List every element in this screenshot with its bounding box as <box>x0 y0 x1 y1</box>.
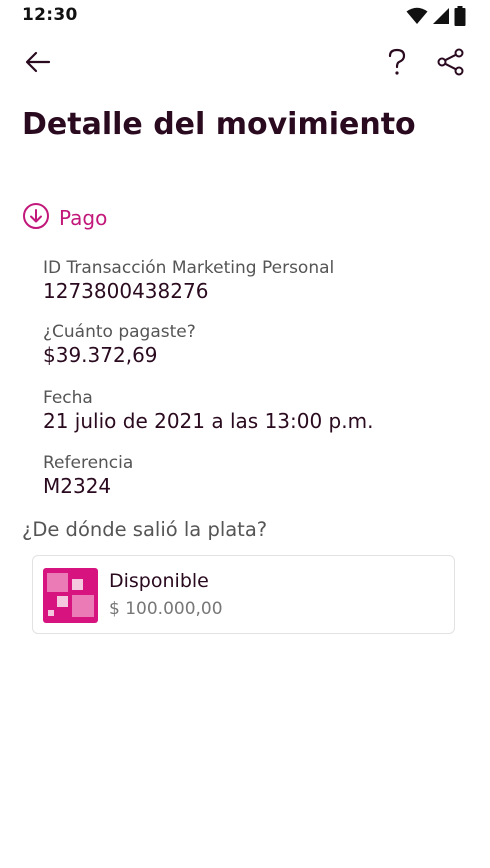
help-button[interactable] <box>377 44 417 84</box>
source-heading: ¿De dónde salió la plata? <box>22 518 268 541</box>
account-name: Disponible <box>109 570 209 592</box>
battery-icon <box>454 6 466 26</box>
page-title: Detalle del movimiento <box>22 107 416 142</box>
wifi-icon <box>406 7 428 25</box>
status-time: 12:30 <box>22 5 78 25</box>
detail-value: 1273800438276 <box>43 279 209 303</box>
status-bar: 12:30 <box>0 0 490 32</box>
cell-signal-icon <box>432 7 450 25</box>
arrow-left-icon <box>25 51 51 77</box>
back-button[interactable] <box>18 44 58 84</box>
pink-squares-logo-icon <box>43 568 98 623</box>
detail-label: ¿Cuánto pagaste? <box>43 322 196 342</box>
status-icons <box>406 6 466 26</box>
detail-amount: ¿Cuánto pagaste? $39.372,69 <box>43 322 463 368</box>
account-balance: $ 100.000,00 <box>109 599 223 619</box>
detail-value: 21 julio de 2021 a las 13:00 p.m. <box>43 409 374 433</box>
transaction-type-label: Pago <box>59 206 108 230</box>
share-icon <box>437 48 465 80</box>
detail-date: Fecha 21 julio de 2021 a las 13:00 p.m. <box>43 388 463 434</box>
detail-value: M2324 <box>43 474 112 498</box>
detail-reference: Referencia M2324 <box>43 453 463 499</box>
detail-label: ID Transacción Marketing Personal <box>43 258 335 278</box>
transaction-type: Pago <box>22 202 107 234</box>
detail-label: Referencia <box>43 453 134 473</box>
app-bar <box>0 44 490 88</box>
question-mark-icon <box>387 48 407 80</box>
source-account-card[interactable]: Disponible $ 100.000,00 <box>32 555 455 634</box>
arrow-down-circle-icon <box>22 202 50 234</box>
share-button[interactable] <box>431 44 471 84</box>
detail-value: $39.372,69 <box>43 343 158 367</box>
detail-label: Fecha <box>43 388 93 408</box>
detail-transaction-id: ID Transacción Marketing Personal 127380… <box>43 258 463 304</box>
